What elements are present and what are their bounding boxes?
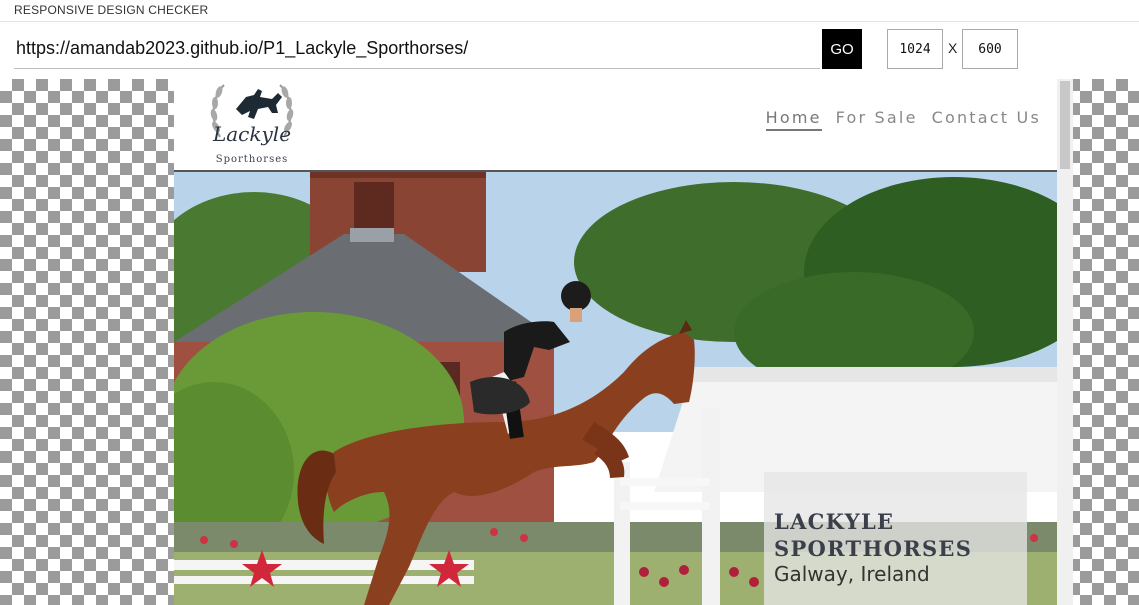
dimension-separator: X [948,40,958,56]
hero-title-line1: LACKYLE [774,509,895,534]
hero-caption: LACKYLE SPORTHORSES Galway, Ireland [764,472,1027,605]
app-header: RESPONSIVE DESIGN CHECKER [0,0,1139,22]
hero-subtitle: Galway, Ireland [774,562,930,586]
app-title: RESPONSIVE DESIGN CHECKER [14,3,209,17]
site-logo[interactable]: Lackyle Sporthorses [202,79,302,169]
preview-stage: Lackyle Sporthorses Home For Sale Contac… [0,79,1139,605]
nav-for-sale[interactable]: For Sale [836,108,918,131]
svg-text:Sporthorses: Sporthorses [216,154,289,165]
height-input[interactable] [962,29,1018,69]
nav-home[interactable]: Home [765,108,822,131]
hero-image: LACKYLE SPORTHORSES Galway, Ireland [174,172,1073,605]
hero-title: LACKYLE SPORTHORSES [774,508,1024,562]
preview-scrollbar[interactable] [1057,79,1073,605]
svg-text:Lackyle: Lackyle [212,122,291,146]
site-nav: Home For Sale Contact Us [765,108,1041,131]
site-preview-frame[interactable]: Lackyle Sporthorses Home For Sale Contac… [174,79,1073,605]
site-header: Lackyle Sporthorses Home For Sale Contac… [174,79,1057,172]
nav-contact-us[interactable]: Contact Us [932,108,1041,131]
hero-title-line2: SPORTHORSES [774,536,973,561]
wreath-logo-icon: Lackyle Sporthorses [210,84,294,165]
go-button[interactable]: GO [822,29,862,69]
url-input[interactable] [14,29,820,69]
width-input[interactable] [887,29,943,69]
scrollbar-thumb[interactable] [1060,81,1070,169]
